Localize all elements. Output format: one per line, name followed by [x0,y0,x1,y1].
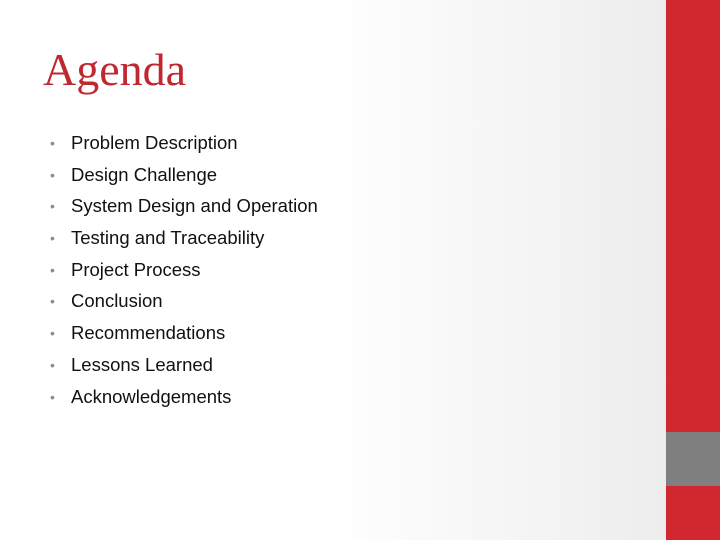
bullet-icon: • [50,293,55,310]
bullet-icon: • [50,356,55,373]
bullet-icon: • [50,166,55,183]
bullet-icon: • [50,325,55,342]
agenda-item-label: Design Challenge [71,163,218,185]
agenda-item-label: Recommendations [71,322,226,344]
agenda-item-label: Lessons Learned [71,353,213,375]
accent-gray-block [666,432,720,486]
slide: Agenda • Problem Description • Design Ch… [0,0,720,540]
bullet-icon: • [50,198,55,215]
bullet-icon: • [50,388,55,405]
agenda-item-label: System Design and Operation [71,195,318,217]
agenda-item-label: Acknowledgements [71,385,232,407]
bullet-icon: • [50,261,55,278]
agenda-item-label: Testing and Traceability [71,227,265,249]
bullet-icon: • [50,135,55,151]
agenda-item-label: Conclusion [71,290,163,312]
agenda-item-label: Problem Description [71,132,238,153]
bullet-icon: • [50,230,55,247]
agenda-item-label: Project Process [71,258,201,280]
slide-title: Agenda [43,44,187,95]
